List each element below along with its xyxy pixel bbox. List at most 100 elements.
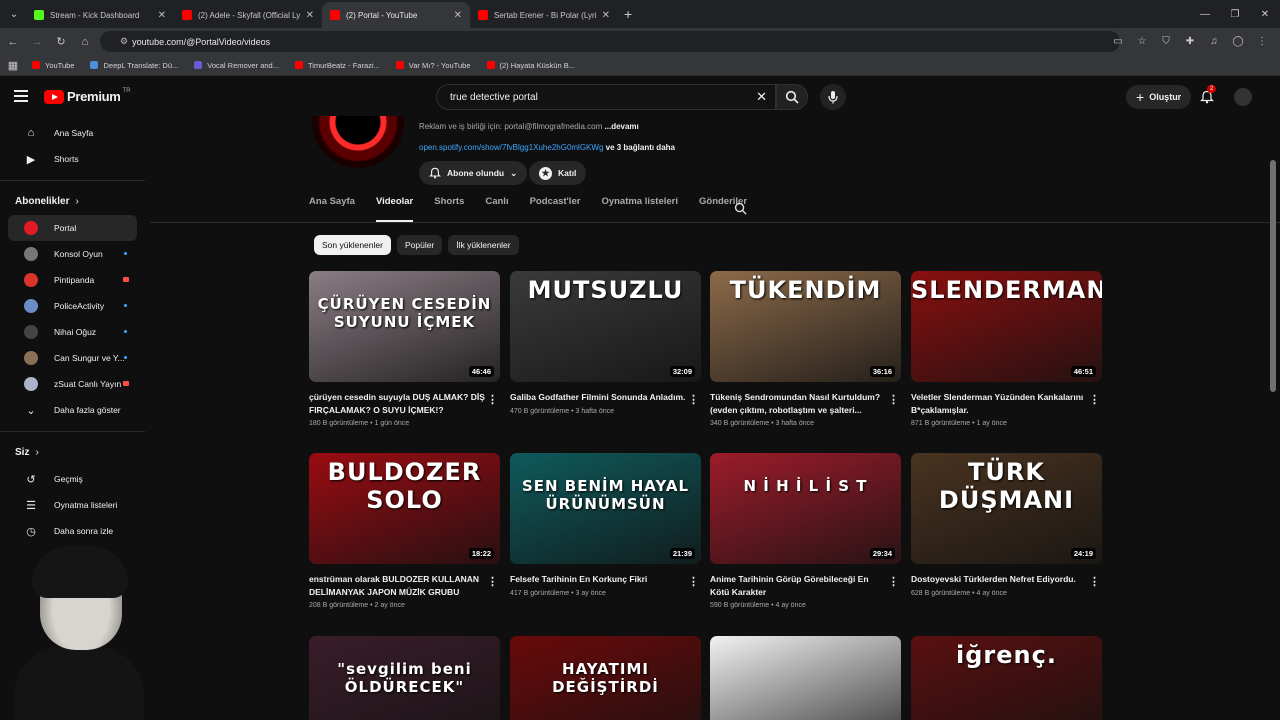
hamburger-menu-icon[interactable]	[14, 90, 28, 105]
video-thumbnail[interactable]: SLENDERMAN 46:51	[911, 271, 1102, 382]
you-heading[interactable]: Siz ›	[0, 438, 145, 466]
video-card[interactable]: ÇÜRÜYEN CESEDİN SUYUNU İÇMEK 46:46 çürüyen…	[309, 271, 500, 427]
video-thumbnail[interactable]: iğrenç.	[911, 636, 1102, 720]
channel-tab[interactable]: Podcast'ler	[530, 196, 581, 222]
video-title[interactable]: Dostoyevski Türklerden Nefret Ediyordu.	[911, 573, 1089, 586]
forward-icon[interactable]: →	[26, 36, 48, 48]
sidebar-item-subscription[interactable]: Pintipanda	[8, 267, 137, 293]
create-button[interactable]: + Oluştur	[1126, 85, 1192, 109]
video-card[interactable]: TÜRK DÜŞMANI 24:19 Dostoyevski Türklerden …	[911, 453, 1102, 597]
browser-tab-active[interactable]: (2) Portal - YouTube ✕	[322, 2, 470, 28]
browser-tab[interactable]: Stream - Kick Dashboard ✕	[26, 2, 174, 28]
video-card[interactable]: BULDOZER SOLO 18:22 enstrüman olarak BULDO…	[309, 453, 500, 609]
video-title[interactable]: enstrüman olarak BULDOZER KULLANAN DELİM…	[309, 573, 487, 598]
bookmark-item[interactable]: DeepL Translate: Dü...	[90, 61, 178, 70]
more-actions-icon[interactable]: ⋮	[888, 575, 899, 588]
join-button[interactable]: ★ Katıl	[529, 161, 587, 185]
sort-chip[interactable]: Son yüklenenler	[314, 235, 391, 255]
video-card[interactable]: SEN BENİM HAYAL ÜRÜNÜMSÜN 21:39 Felsefe Ta…	[510, 453, 701, 597]
channel-tab[interactable]: Shorts	[434, 196, 464, 222]
sidebar-item-subscription[interactable]: Nihai Oğuz	[8, 319, 137, 345]
video-card[interactable]: "sevgilim beni ÖLDÜRECEK"	[309, 636, 500, 720]
channel-description[interactable]: Reklam ve iş birliği için: portal@filmog…	[419, 122, 639, 131]
profile-icon[interactable]: ◯	[1226, 36, 1250, 47]
subscriptions-heading[interactable]: Abonelikler ›	[0, 187, 145, 215]
sidebar-item-watch-later[interactable]: ◷ Daha sonra izle	[8, 518, 137, 544]
more-actions-icon[interactable]: ⋮	[688, 575, 699, 588]
sidebar-item-playlists[interactable]: ☰ Oynatma listeleri	[8, 492, 137, 518]
bookmark-item[interactable]: Var Mı? - YouTube	[395, 61, 471, 70]
more-actions-icon[interactable]: ⋮	[688, 393, 699, 406]
clear-search-icon[interactable]: ✕	[756, 89, 767, 105]
sidebar-item-subscription[interactable]: PoliceActivity	[8, 293, 137, 319]
browser-tab[interactable]: Sertab Erener - Bi Polar (Lyric V ✕	[470, 2, 618, 28]
video-card[interactable]: N İ H İ L İ S T 29:34 Anime Tarihinin Görü…	[710, 453, 901, 609]
video-card[interactable]: TÜKENDİM 36:16 Tükeniş Sendromundan Nasıl …	[710, 271, 901, 427]
video-title[interactable]: Galiba Godfather Filmini Sonunda Anladım…	[510, 391, 688, 404]
bookmark-item[interactable]: Vocal Remover and...	[194, 61, 279, 70]
sidebar-item-subscription[interactable]: Portal	[8, 215, 137, 241]
show-more-button[interactable]: ⌄ Daha fazla göster	[8, 397, 137, 423]
site-info-icon[interactable]: ⚙	[120, 36, 128, 47]
sidebar-item-subscription[interactable]: zSuat Canlı Yayın	[8, 371, 137, 397]
close-tab-icon[interactable]: ✕	[602, 10, 610, 21]
video-thumbnail[interactable]: ÇÜRÜYEN CESEDİN SUYUNU İÇMEK 46:46	[309, 271, 500, 382]
video-thumbnail[interactable]: TÜRK DÜŞMANI 24:19	[911, 453, 1102, 564]
channel-search-icon[interactable]	[734, 202, 747, 215]
menu-icon[interactable]: ⋮	[1250, 36, 1274, 47]
spotify-link[interactable]: open.spotify.com/show/7fvBlgg1Xuhe2hG0ml…	[419, 143, 603, 152]
more-actions-icon[interactable]: ⋮	[888, 393, 899, 406]
media-icon[interactable]: ♫	[1202, 36, 1226, 47]
video-title[interactable]: Tükeniş Sendromundan Nasıl Kurtuldum? (e…	[710, 391, 888, 416]
video-title[interactable]: Felsefe Tarihinin En Korkunç Fikri	[510, 573, 688, 586]
voice-search-button[interactable]	[820, 84, 846, 110]
sidebar-item-history[interactable]: ↺ Geçmiş	[8, 466, 137, 492]
sidebar-item-shorts[interactable]: ▶ Shorts	[8, 146, 137, 172]
extensions-icon[interactable]: ✚	[1178, 36, 1202, 47]
url-field[interactable]: ⚙ youtube.com/@PortalVideo/videos	[100, 31, 1120, 52]
sidebar-item-subscription[interactable]: Can Sungur ve Y...	[8, 345, 137, 371]
channel-tab[interactable]: Ana Sayfa	[309, 196, 355, 222]
bookmark-star-icon[interactable]: ☆	[1130, 36, 1154, 47]
video-card[interactable]: SLENDERMAN 46:51 Veletler Slenderman Yüzün…	[911, 271, 1102, 427]
search-input[interactable]: true detective portal ✕	[436, 84, 776, 110]
channel-tab[interactable]: Canlı	[485, 196, 508, 222]
youtube-logo[interactable]: Premium TR	[44, 88, 131, 104]
cast-icon[interactable]: ▭	[1106, 36, 1130, 47]
video-thumbnail[interactable]: HAYATIMI DEĞİŞTİRDİ	[510, 636, 701, 720]
new-tab-icon[interactable]: +	[624, 6, 632, 22]
more-actions-icon[interactable]: ⋮	[1089, 575, 1100, 588]
back-icon[interactable]: ←	[2, 36, 24, 48]
reload-icon[interactable]: ↻	[50, 35, 72, 48]
notifications-button[interactable]: 2	[1196, 85, 1218, 108]
channel-tab[interactable]: Videolar	[375, 196, 414, 222]
account-avatar[interactable]	[1234, 88, 1252, 106]
sort-chip[interactable]: Popüler	[396, 235, 443, 255]
more-actions-icon[interactable]: ⋮	[1089, 393, 1100, 406]
close-tab-icon[interactable]: ✕	[158, 10, 166, 21]
close-tab-icon[interactable]: ✕	[306, 10, 314, 21]
search-button[interactable]	[776, 84, 808, 110]
subscribed-button[interactable]: Abone olundu ⌄	[419, 161, 528, 185]
sidebar-item-home[interactable]: ⌂ Ana Sayfa	[8, 120, 137, 146]
video-thumbnail[interactable]	[710, 636, 901, 720]
tab-search-icon[interactable]: ⌄	[2, 3, 26, 25]
browser-tab[interactable]: (2) Adele - Skyfall (Official Lyric ✕	[174, 2, 322, 28]
video-thumbnail[interactable]: N İ H İ L İ S T 29:34	[710, 453, 901, 564]
video-card[interactable]: HAYATIMI DEĞİŞTİRDİ	[510, 636, 701, 720]
video-thumbnail[interactable]: TÜKENDİM 36:16	[710, 271, 901, 382]
bookmark-item[interactable]: TimurBeatz - Farazi...	[294, 61, 380, 70]
more-actions-icon[interactable]: ⋮	[487, 575, 498, 588]
page-scrollbar[interactable]	[1270, 160, 1276, 392]
more-actions-icon[interactable]: ⋮	[487, 393, 498, 406]
apps-grid-icon[interactable]: ▦	[2, 59, 24, 72]
video-thumbnail[interactable]: BULDOZER SOLO 18:22	[309, 453, 500, 564]
sort-chip[interactable]: İlk yüklenenler	[448, 235, 519, 255]
video-thumbnail[interactable]: SEN BENİM HAYAL ÜRÜNÜMSÜN 21:39	[510, 453, 701, 564]
close-tab-icon[interactable]: ✕	[454, 10, 462, 21]
video-title[interactable]: Anime Tarihinin Görüp Görebileceği En Kö…	[710, 573, 888, 598]
shield-icon[interactable]: ⛉	[1154, 36, 1178, 47]
close-window-icon[interactable]: ✕	[1250, 9, 1280, 20]
video-thumbnail[interactable]: MUTSUZLU 32:09	[510, 271, 701, 382]
more-links[interactable]: ve 3 bağlantı daha	[606, 143, 675, 152]
